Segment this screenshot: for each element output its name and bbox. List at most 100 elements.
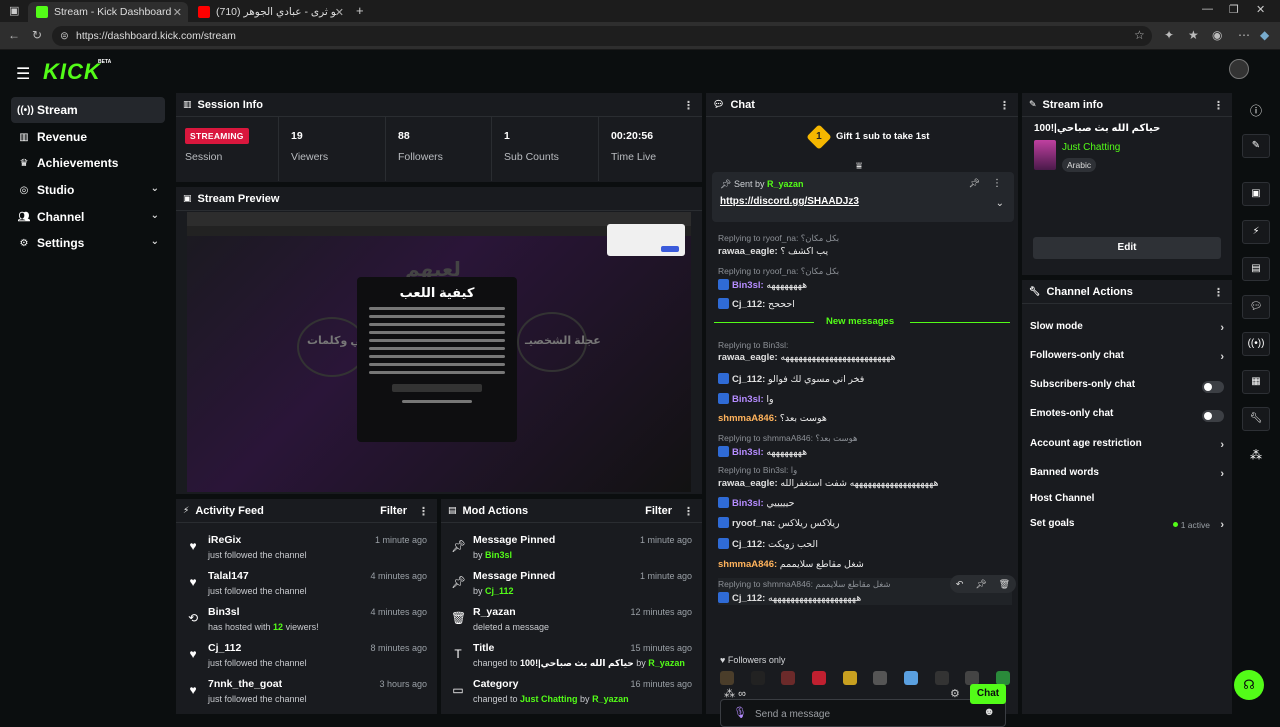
- back-icon[interactable]: ←: [8, 28, 20, 42]
- widgets-icon[interactable]: ⁂: [1250, 448, 1262, 462]
- rail-chat-button[interactable]: 💬︎: [1242, 295, 1270, 319]
- sidebar-item-settings[interactable]: ⚙ Settings ⌄: [11, 230, 165, 256]
- gift-sub-banner[interactable]: 1 Gift 1 sub to take 1st: [706, 117, 1018, 159]
- activity-user[interactable]: 7nnk_the_goat: [208, 678, 282, 690]
- emote[interactable]: [873, 671, 888, 685]
- sidebar-toggle-icon[interactable]: ▣: [9, 4, 19, 17]
- emote[interactable]: [811, 671, 826, 685]
- user-avatar[interactable]: [1229, 59, 1249, 79]
- chat-message[interactable]: Replying to shmmaA846: هوست بعد؟ Bin3sl:…: [718, 433, 1012, 458]
- set-goals-item[interactable]: Set goals 1 active ›: [1030, 518, 1224, 538]
- close-window-icon[interactable]: ✕: [1256, 3, 1265, 16]
- chat-message[interactable]: shmmaA846: هوست بعد؟: [718, 413, 1012, 424]
- trash-icon[interactable]: 🗑︎: [999, 579, 1010, 590]
- favorite-star-icon[interactable]: ☆: [1134, 28, 1145, 42]
- emote[interactable]: [750, 671, 765, 685]
- emotes-only-toggle[interactable]: [1202, 410, 1224, 422]
- mod-action-name[interactable]: R_yazan: [473, 606, 516, 618]
- more-options-icon[interactable]: ⋮: [1213, 286, 1224, 299]
- emote-picker-icon[interactable]: ⁂: [724, 688, 735, 700]
- filter-button[interactable]: Filter: [645, 505, 672, 517]
- reply-icon[interactable]: ↶: [956, 579, 964, 590]
- chat-input[interactable]: 🎙︎ ☻: [720, 699, 1006, 727]
- chat-message[interactable]: Replying to Bin3sl: وا rawaa_eagle: هههه…: [718, 465, 1012, 489]
- emoji-icon[interactable]: ☻: [983, 706, 995, 718]
- emote[interactable]: [934, 671, 949, 685]
- profile-icon[interactable]: ◉: [1212, 28, 1222, 42]
- banned-words-item[interactable]: Banned words ›: [1030, 467, 1224, 487]
- more-options-icon[interactable]: ⋮: [992, 178, 1002, 189]
- unpin-icon[interactable]: 📌︎: [969, 178, 980, 189]
- send-chat-button[interactable]: Chat: [970, 684, 1006, 704]
- extensions-icon[interactable]: ✦: [1164, 28, 1174, 42]
- collapse-icon[interactable]: ⩸: [856, 161, 862, 172]
- tab-youtube[interactable]: (710) قالو ثرى - عبادي الجوهر - YouTube …: [190, 2, 350, 22]
- host-channel-item[interactable]: Host Channel: [1030, 493, 1224, 513]
- chat-message[interactable]: Cj_112: احححح: [718, 298, 1012, 310]
- chat-message[interactable]: Bin3sl: وا: [718, 393, 1012, 405]
- chat-message[interactable]: Cj_112: الحب زويكت: [718, 538, 1012, 550]
- activity-user[interactable]: Cj_112: [208, 642, 241, 654]
- hamburger-menu-icon[interactable]: ☰: [16, 64, 30, 84]
- followers-only-chat-item[interactable]: Followers-only chat ›: [1030, 350, 1224, 370]
- reload-icon[interactable]: ↻: [32, 28, 42, 42]
- rail-mod-actions-button[interactable]: ▤: [1242, 257, 1270, 281]
- close-icon[interactable]: ✕: [173, 6, 182, 19]
- more-options-icon[interactable]: ⋮: [1213, 99, 1224, 112]
- emote[interactable]: [965, 671, 980, 685]
- chevron-down-icon[interactable]: ⌄: [996, 198, 1004, 209]
- help-chat-button[interactable]: ☊: [1234, 670, 1264, 700]
- stream-category[interactable]: Just Chatting: [1062, 142, 1120, 153]
- chat-message[interactable]: Bin3sl: حيييييي: [718, 497, 1012, 509]
- close-icon[interactable]: ✕: [335, 6, 344, 19]
- rail-edit-button[interactable]: ✎: [1242, 134, 1270, 158]
- more-options-icon[interactable]: ⋮: [683, 505, 694, 518]
- sidebar-item-channel[interactable]: 👥︎ Channel ⌄: [11, 204, 165, 230]
- emote[interactable]: [903, 671, 918, 685]
- more-options-icon[interactable]: ⋮: [999, 99, 1010, 112]
- microphone-icon[interactable]: 🎙︎: [733, 706, 747, 719]
- more-options-icon[interactable]: ⋮: [418, 505, 429, 518]
- sidebar-item-studio[interactable]: ◎ Studio ⌄: [11, 177, 165, 203]
- rail-broadcast-button[interactable]: ((•)): [1242, 332, 1270, 356]
- sidebar-item-stream[interactable]: ((•)) Stream: [11, 97, 165, 123]
- rail-stream-info-button[interactable]: ▦: [1242, 370, 1270, 394]
- activity-user[interactable]: Bin3sl: [208, 606, 240, 618]
- pinned-link[interactable]: https://discord.gg/SHAADJz3: [720, 196, 859, 207]
- new-tab-icon[interactable]: +: [356, 3, 364, 18]
- pin-icon[interactable]: 📌︎: [975, 579, 986, 590]
- edit-button[interactable]: Edit: [1033, 237, 1221, 259]
- chat-message[interactable]: Replying to ryoof_na: بكل مكان؟ Bin3sl: …: [718, 266, 1012, 291]
- filter-button[interactable]: Filter: [380, 505, 407, 517]
- infinity-icon[interactable]: ∞: [738, 688, 746, 700]
- chat-message[interactable]: shmmaA846: شغل مقاطع سلايممم: [718, 559, 1012, 570]
- stream-preview-video[interactable]: لعبهم معاني وكلمات عجلة الشخصيـ كيفية ال…: [187, 212, 691, 492]
- kick-logo[interactable]: KICK: [43, 59, 101, 85]
- activity-user[interactable]: Talal147: [208, 570, 249, 582]
- address-bar[interactable]: ⊜ https://dashboard.kick.com/stream: [52, 26, 1152, 46]
- emote[interactable]: [995, 671, 1010, 685]
- tab-kick-dashboard[interactable]: Stream - Kick Dashboard ✕: [28, 2, 188, 22]
- chat-message[interactable]: ryoof_na: ريلاكس ريلاكس: [718, 517, 1012, 529]
- more-icon[interactable]: ⋯: [1238, 28, 1250, 42]
- minimize-icon[interactable]: —: [1202, 3, 1213, 15]
- sidebar-item-achievements[interactable]: ♛ Achievements: [11, 150, 165, 176]
- info-icon[interactable]: ⓘ: [1250, 102, 1262, 119]
- rail-channel-actions-button[interactable]: 🔧︎: [1242, 407, 1270, 431]
- favorites-icon[interactable]: ★: [1188, 28, 1199, 42]
- site-info-icon[interactable]: ⊜: [60, 26, 69, 46]
- account-age-restriction-item[interactable]: Account age restriction ›: [1030, 438, 1224, 458]
- activity-user[interactable]: iReGix: [208, 534, 241, 546]
- emote[interactable]: [781, 671, 796, 685]
- maximize-icon[interactable]: ❐: [1229, 3, 1239, 16]
- more-options-icon[interactable]: ⋮: [683, 99, 694, 112]
- gear-icon[interactable]: ⚙: [950, 687, 960, 700]
- copilot-icon[interactable]: ◆: [1260, 28, 1269, 42]
- sidebar-item-revenue[interactable]: ▥ Revenue: [11, 124, 165, 150]
- rail-preview-button[interactable]: ▣: [1242, 182, 1270, 206]
- subscribers-only-toggle[interactable]: [1202, 381, 1224, 393]
- chat-message[interactable]: Cj_112: فخر اني مسوي لك فوالو: [718, 373, 1012, 385]
- emote[interactable]: [842, 671, 857, 685]
- rail-activity-button[interactable]: ⚡: [1242, 220, 1270, 244]
- emote[interactable]: [720, 671, 734, 685]
